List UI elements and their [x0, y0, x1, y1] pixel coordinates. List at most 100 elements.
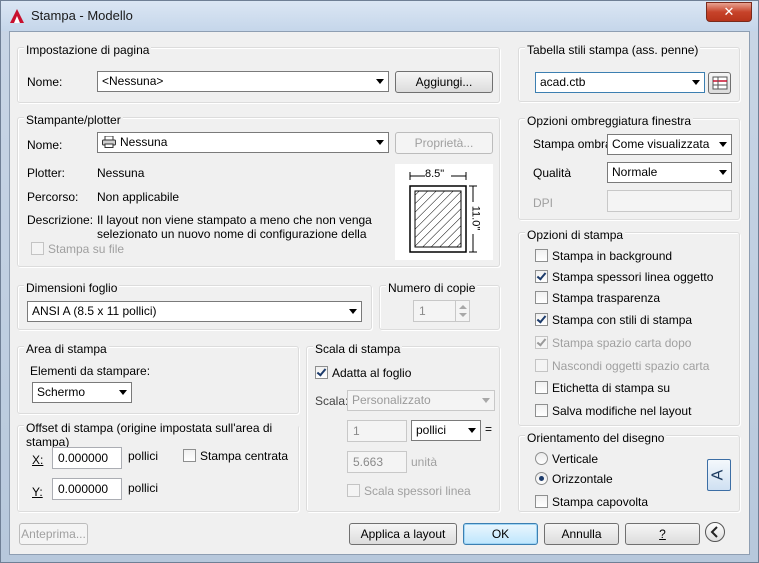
scale-unit-combo[interactable]: pollici — [411, 420, 481, 441]
hide-paperspace-checkbox[interactable] — [535, 359, 548, 372]
combo-value: Come visualizzata — [612, 137, 710, 151]
plot-offset-group: Offset di stampa (origine impostata sull… — [17, 421, 299, 512]
page-setup-name-combo[interactable]: <Nessuna> — [97, 71, 389, 92]
shaded-viewport-group: Opzioni ombreggiatura finestra Stampa om… — [518, 114, 740, 220]
center-plot-checkbox[interactable] — [183, 449, 196, 462]
offset-x-label: X: — [32, 453, 44, 467]
paperspace-last-checkbox[interactable] — [535, 336, 548, 349]
chevron-down-icon — [692, 80, 700, 85]
help-button[interactable]: ? — [625, 523, 700, 545]
portrait-radio[interactable] — [535, 452, 548, 465]
description-line-2: selezionato un nuovo nome di configurazi… — [97, 227, 367, 241]
plot-scale-group: Scala di stampa Adatta al foglio Scala: … — [306, 342, 500, 512]
table-edit-icon — [712, 76, 727, 90]
scale-lineweights-checkbox[interactable] — [347, 484, 360, 497]
combo-value: Nessuna — [120, 135, 168, 149]
edit-plot-style-button[interactable] — [708, 72, 731, 94]
dialog-body: Impostazione di pagina Nome: <Nessuna> A… — [9, 31, 750, 555]
quality-combo[interactable]: Normale — [607, 162, 732, 183]
plot-styles-checkbox[interactable] — [535, 313, 548, 326]
group-title: Offset di stampa (origine impostata sull… — [24, 421, 298, 449]
apply-to-layout-button[interactable]: Applica a layout — [349, 523, 457, 545]
printer-group: Stampante/plotter Nome: Nessuna Propriet… — [17, 113, 500, 267]
printer-icon — [102, 136, 116, 148]
cancel-button[interactable]: Annulla — [544, 523, 619, 545]
close-button[interactable]: ✕ — [706, 2, 752, 22]
chevron-down-icon — [719, 170, 727, 175]
plot-dialog: Stampa - Modello ✕ Impostazione di pagin… — [0, 0, 759, 563]
group-title: Numero di copie — [386, 281, 478, 295]
copies-input[interactable]: 1 — [413, 300, 456, 322]
printer-name-label: Nome: — [27, 138, 63, 152]
offset-y-input[interactable]: 0.000000 — [52, 478, 122, 500]
path-value: Non applicabile — [97, 190, 180, 204]
preview-button[interactable]: Anteprima... — [19, 523, 88, 545]
ok-button[interactable]: OK — [463, 523, 538, 545]
plot-options-group: Opzioni di stampa Stampa in background S… — [518, 228, 740, 426]
offset-y-label: Y: — [32, 485, 43, 499]
equals-sign: = — [485, 422, 493, 436]
scale-combo[interactable]: Personalizzato — [347, 390, 495, 411]
object-lineweights-label: Stampa spessori linea oggetto — [552, 270, 714, 284]
copies-spinner[interactable] — [455, 300, 470, 322]
combo-value: Normale — [612, 165, 658, 179]
upside-down-checkbox[interactable] — [535, 495, 548, 508]
group-title: Opzioni di stampa — [525, 228, 626, 242]
group-title: Scala di stampa — [313, 342, 403, 356]
plotter-value: Nessuna — [97, 166, 145, 180]
background-plot-checkbox[interactable] — [535, 249, 548, 262]
upside-down-label: Stampa capovolta — [552, 495, 649, 509]
chevron-down-icon — [376, 79, 384, 84]
plot-style-combo[interactable]: acad.ctb — [535, 72, 705, 93]
radio-dot — [539, 476, 544, 481]
path-label: Percorso: — [27, 190, 79, 204]
group-title: Area di stampa — [24, 342, 109, 356]
paper-size-combo[interactable]: ANSI A (8.5 x 11 pollici) — [27, 301, 362, 322]
transparency-checkbox[interactable] — [535, 291, 548, 304]
save-changes-checkbox[interactable] — [535, 404, 548, 417]
object-lineweights-checkbox[interactable] — [535, 270, 548, 283]
portrait-label: Verticale — [552, 452, 599, 466]
shade-plot-combo[interactable]: Come visualizzata — [607, 134, 732, 155]
scale-lineweights-label: Scala spessori linea — [364, 484, 471, 498]
print-to-file-checkbox[interactable] — [31, 242, 44, 255]
chevron-down-icon — [376, 140, 384, 145]
spin-up-icon — [459, 305, 467, 309]
landscape-radio[interactable] — [535, 472, 548, 485]
plot-area-combo[interactable]: Schermo — [32, 382, 132, 403]
group-title: Orientamento del disegno — [525, 431, 667, 445]
offset-x-input[interactable]: 0.000000 — [52, 447, 122, 469]
checkmark-icon — [536, 313, 547, 324]
orientation-group: Orientamento del disegno Verticale Orizz… — [518, 431, 740, 512]
printer-name-combo[interactable]: Nessuna — [97, 132, 389, 153]
fit-to-paper-checkbox[interactable] — [315, 366, 328, 379]
paper-preview: 8.5" 11.0" — [395, 164, 493, 260]
dpi-input[interactable] — [607, 190, 732, 212]
description-line-1: Il layout non viene stampato a meno che … — [97, 213, 372, 227]
window-title: Stampa - Modello — [31, 8, 133, 23]
plot-stamp-checkbox[interactable] — [535, 381, 548, 394]
chevron-down-icon — [119, 390, 127, 395]
combo-value: pollici — [416, 423, 447, 437]
scale-value2-input[interactable]: 5.663 — [347, 451, 407, 473]
plotter-label: Plotter: — [27, 166, 66, 180]
checkmark-icon — [316, 366, 327, 377]
center-plot-label: Stampa centrata — [200, 449, 289, 463]
combo-value: <Nessuna> — [102, 74, 164, 88]
combo-value: ANSI A (8.5 x 11 pollici) — [32, 304, 157, 318]
scale-label: Scala: — [315, 394, 349, 408]
paper-size-group: Dimensioni foglio ANSI A (8.5 x 11 polli… — [17, 281, 372, 330]
background-plot-label: Stampa in background — [552, 249, 673, 263]
checkmark-icon — [536, 336, 547, 347]
group-title: Tabella stili stampa (ass. penne) — [525, 43, 701, 57]
preview-width-label: 8.5" — [425, 168, 445, 180]
title-bar[interactable]: Stampa - Modello ✕ — [1, 1, 758, 31]
chevron-left-icon — [710, 526, 718, 538]
page-setup-name-label: Nome: — [27, 75, 63, 89]
properties-button[interactable]: Proprietà... — [395, 132, 493, 154]
chevron-down-icon — [468, 428, 476, 433]
add-button[interactable]: Aggiungi... — [395, 71, 493, 93]
collapse-options-button[interactable] — [705, 522, 725, 542]
paperspace-last-label: Stampa spazio carta dopo — [552, 336, 692, 350]
scale-value1-input[interactable]: 1 — [347, 420, 407, 442]
